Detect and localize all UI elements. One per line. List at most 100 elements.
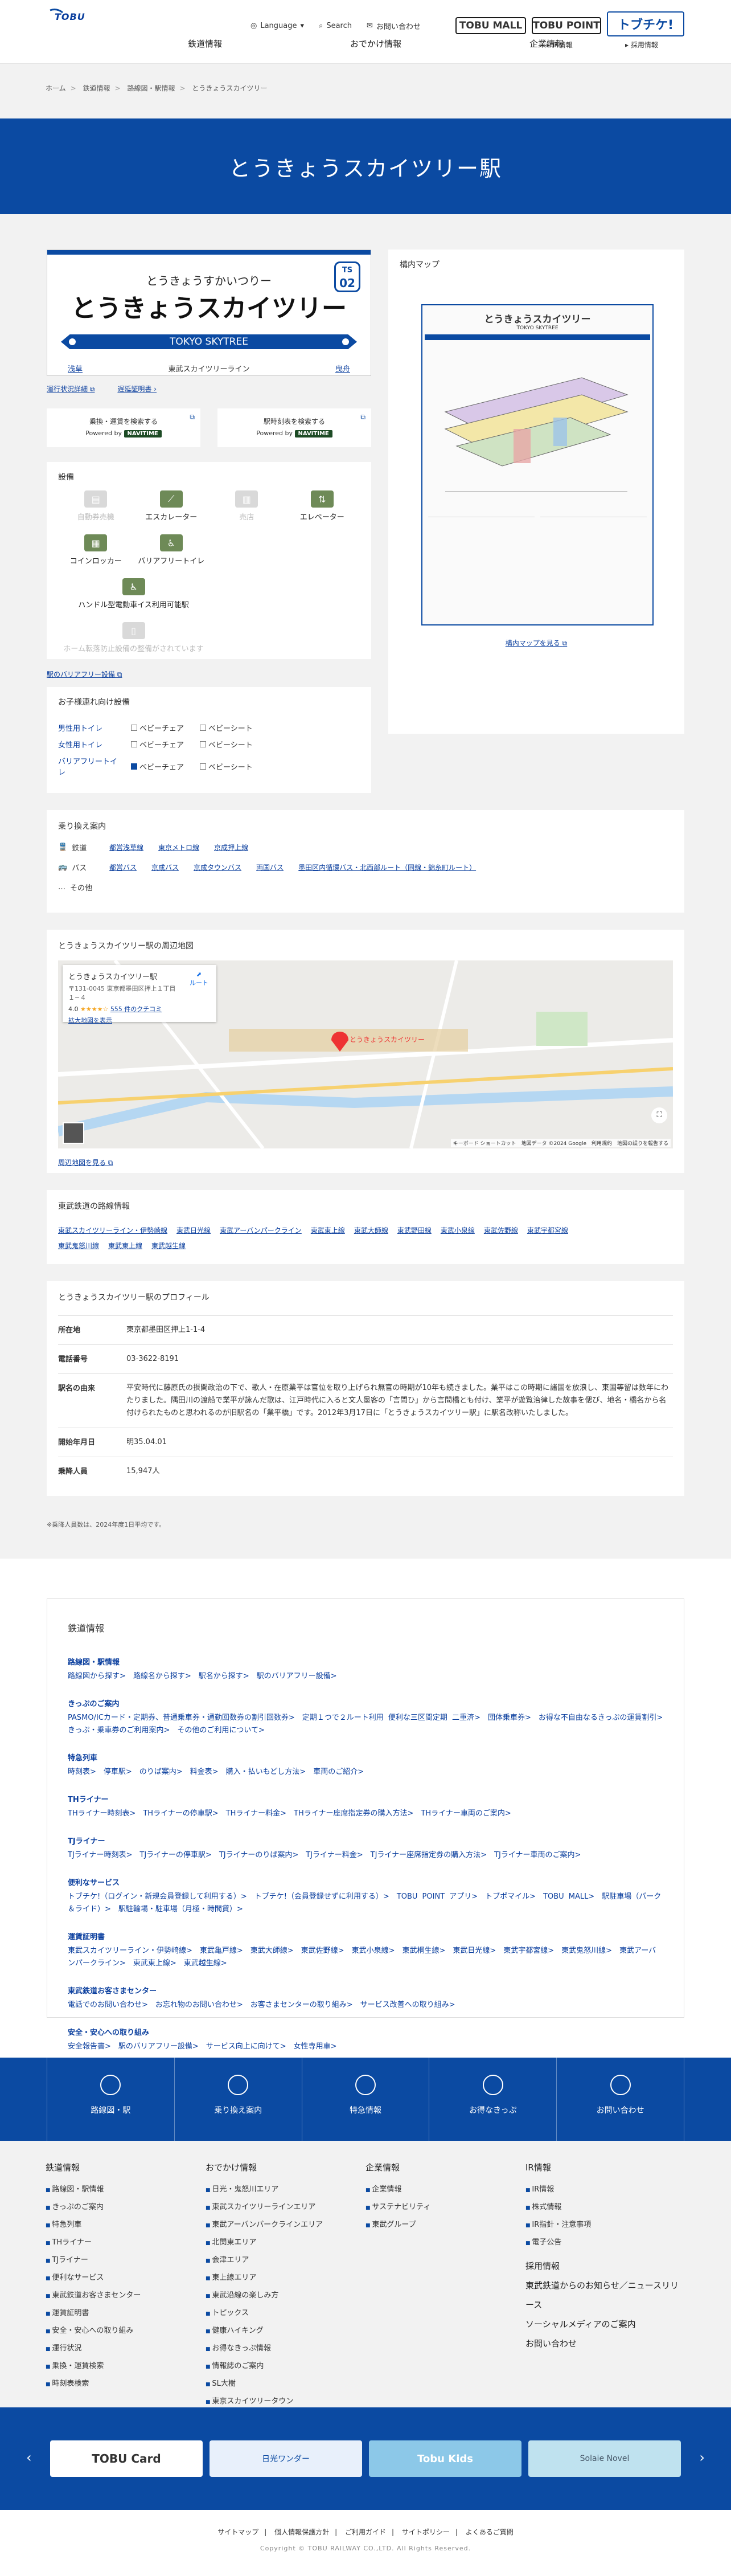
nav-outing[interactable]: おでかけ情報 [290, 38, 461, 50]
sitemap-section: 特急列車 時刻表> 停車駅> のりば案内> 料金表> 購入・払いもどし方法> 車両… [68, 1754, 364, 1776]
baby-chair-checkbox: ベビーチェア [131, 755, 184, 777]
route-link[interactable]: 東武日光線 [176, 1225, 211, 1235]
barrier-free-toilet-facility: ♿ バリアフリートイレ [134, 534, 210, 566]
carousel-next-icon[interactable]: › [699, 2450, 705, 2465]
banner-nikko[interactable]: 日光ワンダー [210, 2440, 362, 2477]
site-header: TOBU ◎ Language ▾ ⌕ Search ✉ お問い合わせ TOBU MAL… [0, 0, 731, 64]
star-rating-icon: ★★★★☆ [80, 1005, 109, 1013]
child-facilities-title: お子様連れ向け設備 [58, 698, 130, 707]
route-link[interactable]: 東武東上線 [108, 1241, 142, 1250]
chevron-right-icon: › [154, 385, 157, 393]
banner-tobu-card[interactable]: TOBU Card [50, 2440, 203, 2477]
banner-carousel: ‹ TOBU Card 日光ワンダー Tobu Kids Solaie Nove… [0, 2407, 731, 2510]
transfer-rail-link[interactable]: 東京メトロ線 [158, 843, 199, 852]
tobu-mall-button[interactable]: TOBU MALL [455, 17, 526, 34]
transfer-bus-link[interactable]: 墨田区内循環バス・北西部ルート（同線・錦糸町ルート） [298, 862, 476, 872]
nav-railway[interactable]: 鉄道情報 [120, 38, 290, 50]
sitemap-section: THライナー THライナー時刻表> THライナーの停車駅> THライナー料金> T… [68, 1796, 511, 1818]
station-sign: とうきょうすかいつりー とうきょうスカイツリー TS 02 TOKYO SKYTR… [47, 250, 371, 376]
search-link[interactable]: ⌕ Search [319, 21, 352, 31]
language-link[interactable]: ◎ Language ▾ [250, 21, 304, 31]
escalator-facility: ⟋ エスカレーター [134, 490, 210, 522]
breadcrumb-railway[interactable]: 鉄道情報 [83, 84, 110, 92]
route-link[interactable]: 東武佐野線 [484, 1225, 518, 1235]
tobu-point-button[interactable]: TOBU POINT [532, 17, 601, 34]
fare-search-box[interactable]: 乗換・運賃を検索する Powered by NAVITIME ⧉ [47, 408, 200, 447]
nav-recruit[interactable]: ▸ 採用情報 [625, 40, 658, 50]
mail-icon: ✉ [366, 22, 373, 30]
sitemap-link[interactable]: サイトマップ [217, 2528, 258, 2536]
sign-top-bar [47, 250, 371, 255]
route-link[interactable]: 東武鬼怒川線 [58, 1241, 99, 1250]
shop-facility: ▥ 売店 [209, 490, 285, 522]
shop-icon: ▥ [235, 490, 258, 508]
fullscreen-icon[interactable]: ⛶ [651, 1107, 667, 1123]
main-content: とうきょうすかいつりー とうきょうスカイツリー TS 02 TOKYO SKYTR… [0, 214, 731, 1559]
route-link[interactable]: 東武小泉線 [441, 1225, 475, 1235]
profile-row: 乗降人員 15,947人 [58, 1457, 673, 1486]
faq-link[interactable]: よくあるご質問 [466, 2528, 514, 2536]
transfer-bus-link[interactable]: 都営バス [109, 862, 137, 872]
globe-icon: ◎ [250, 22, 257, 30]
enlarge-map-link[interactable]: 拡大地図を表示 [68, 1016, 211, 1025]
route-link[interactable]: 東武スカイツリーライン・伊勢崎線 [58, 1225, 167, 1235]
map-layer-toggle[interactable] [63, 1122, 84, 1144]
transfer-rail-link[interactable]: 京成押上線 [214, 843, 248, 852]
barrier-free-link[interactable]: 駅のバリアフリー設備 ⧉ [47, 669, 371, 679]
route-link[interactable]: 東武宇都宮線 [527, 1225, 568, 1235]
next-station-link[interactable]: 曳舟 [335, 363, 350, 374]
banner-solaie[interactable]: Solaie Novel [528, 2440, 681, 2477]
route-link[interactable]: 東武東上線 [311, 1225, 345, 1235]
route-link[interactable]: 東武野田線 [397, 1225, 432, 1235]
site-footer: 鉄道情報 路線図・駅情報 きっぷのご案内 特急列車 THライナー TJライナー … [0, 2141, 731, 2407]
logo-text[interactable]: TOBU [55, 11, 85, 22]
baby-chair-checkbox: ベビーチェア [131, 722, 184, 733]
route-link[interactable]: 東武大師線 [354, 1225, 388, 1235]
quick-nav-route-map[interactable]: 路線図・駅 [47, 2058, 175, 2141]
railway-sitemap: 鉄道情報 路線図・駅情報 路線図から探す> 路線名から探す> 駅名から探す> 駅の… [0, 1559, 731, 2058]
profile-row: 開始年月日 明35.04.01 [58, 1428, 673, 1457]
google-map[interactable]: とうきょうスカイツリー駅 〒131-0045 東京都墨田区押上１丁目１−４ 4.… [58, 960, 673, 1148]
nearby-map-link[interactable]: 周辺地図を見る ⧉ [58, 1158, 673, 1167]
quick-nav-tickets[interactable]: お得なきっぷ [429, 2058, 557, 2141]
route-link[interactable]: 東武越生線 [151, 1241, 186, 1250]
carousel-prev-icon[interactable]: ‹ [26, 2450, 32, 2465]
delay-certificate-link[interactable]: 遅延証明書 › [117, 384, 157, 394]
route-button[interactable]: ⬈ ルート [190, 971, 208, 987]
nav-ir[interactable]: ▸ IR情報 [547, 40, 573, 50]
profile-row: 所在地 東京都墨田区押上1-1-4 [58, 1315, 673, 1344]
transfer-bus-link[interactable]: 両国バス [256, 862, 284, 872]
sitemap-title: 鉄道情報 [68, 1623, 105, 1634]
quick-nav-contact[interactable]: お問い合わせ [557, 2058, 684, 2141]
transfer-rail-link[interactable]: 都営浅草線 [109, 843, 143, 852]
floor-map-image[interactable]: とうきょうスカイツリー TOKYO SKYTREE [421, 304, 654, 625]
contact-link[interactable]: ✉ お問い合わせ [367, 21, 421, 31]
quick-nav-limited-express[interactable]: 特急情報 [302, 2058, 430, 2141]
route-info-panel: 東武鉄道の路線情報 東武スカイツリーライン・伊勢崎線 東武日光線 東武アーバンパ… [47, 1190, 684, 1264]
site-policy-link[interactable]: サイトポリシー [402, 2528, 450, 2536]
reviews-link[interactable]: 555 件のクチコミ [110, 1005, 162, 1013]
baby-sheet-checkbox: ベビーシート [200, 739, 253, 750]
quick-nav-transfer[interactable]: 乗り換え案内 [175, 2058, 302, 2141]
prev-station-link[interactable]: 浅草 [68, 363, 83, 374]
transfer-other-row: … その他 [58, 883, 93, 893]
breadcrumb-current: とうきょうスカイツリー [192, 84, 268, 92]
route-link[interactable]: 東武アーバンパークライン [220, 1225, 302, 1235]
express-train-icon [355, 2075, 376, 2095]
banner-tobu-kids[interactable]: Tobu Kids [369, 2440, 521, 2477]
station-profile-title: とうきょうスカイツリー駅のプロフィール [58, 1293, 210, 1302]
breadcrumb-route-map[interactable]: 路線図・駅情報 [127, 84, 175, 92]
bottom-quick-nav: 路線図・駅 乗り換え案内 特急情報 お得なきっぷ お問い合わせ [0, 2058, 731, 2141]
ticket-machine-icon: ▤ [84, 490, 108, 508]
operation-status-link[interactable]: 運行状況詳細 ⧉ [47, 384, 95, 394]
timetable-search-box[interactable]: 駅時刻表を検索する Powered by NAVITIME ⧉ [217, 408, 371, 447]
sign-footer: 浅草 東武スカイツリーライン 曳舟 [68, 363, 350, 374]
floor-map-link[interactable]: 構内マップを見る ⧉ [400, 638, 673, 648]
breadcrumb-home[interactable]: ホーム [46, 84, 66, 92]
train-icon [228, 2075, 249, 2095]
privacy-link[interactable]: 個人情報保護方針 [274, 2528, 329, 2536]
transfer-bus-link[interactable]: 京成タウンバス [194, 862, 241, 872]
guide-link[interactable]: ご利用ガイド [345, 2528, 386, 2536]
tobuchike-button[interactable]: トブチケ! [607, 11, 684, 36]
transfer-bus-link[interactable]: 京成バス [151, 862, 179, 872]
